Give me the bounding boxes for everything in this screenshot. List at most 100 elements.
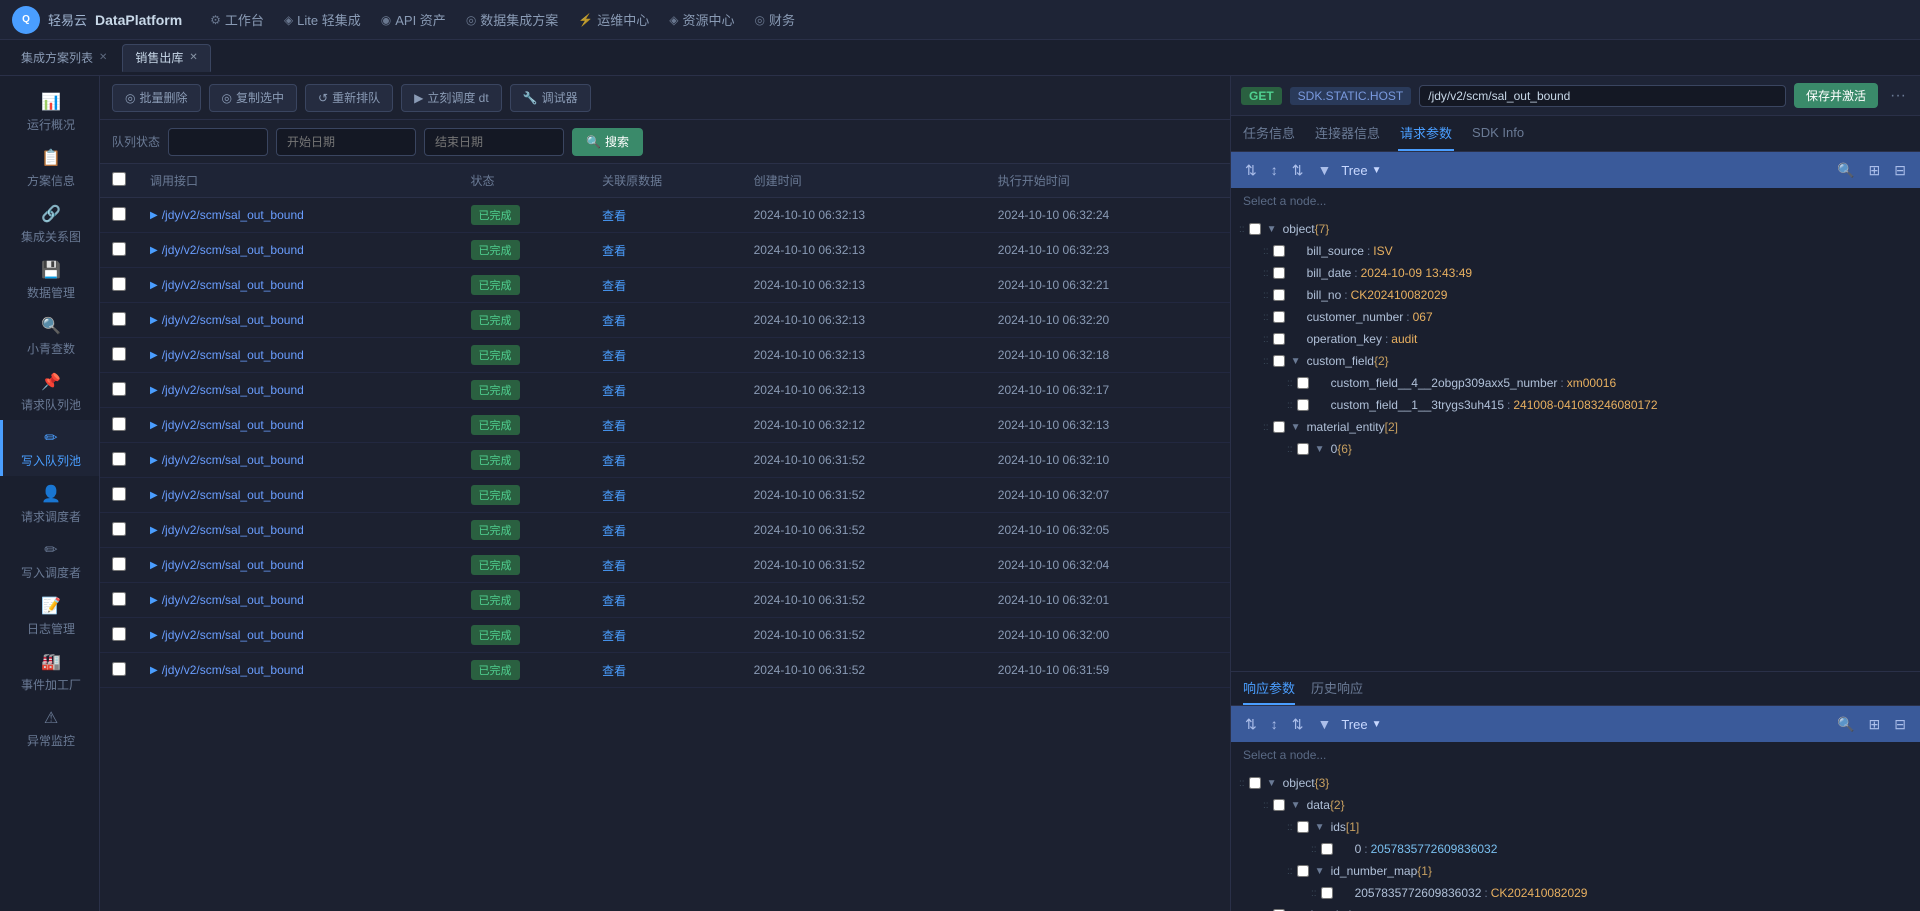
drag-handle-1[interactable]: ::: [1263, 800, 1269, 811]
batch-delete-button[interactable]: ◎ 批量删除: [112, 84, 201, 112]
tab-connector-info[interactable]: 连接器信息: [1313, 116, 1382, 151]
tree-node[interactable]: :: operation_key:audit: [1231, 328, 1920, 350]
view-link-4[interactable]: 查看: [602, 349, 626, 363]
tree-sort-icon[interactable]: ⇅: [1288, 160, 1308, 181]
expand-icon-2[interactable]: ▼: [1315, 822, 1329, 833]
api-path-6[interactable]: ▶ /jdy/v2/scm/sal_out_bound: [150, 418, 447, 432]
resp-tree-collapse-all-icon[interactable]: ⊟: [1890, 714, 1910, 735]
api-path-11[interactable]: ▶ /jdy/v2/scm/sal_out_bound: [150, 593, 447, 607]
view-link-10[interactable]: 查看: [602, 559, 626, 573]
row-checkbox-9[interactable]: [112, 522, 126, 536]
resp-tree-search-icon[interactable]: 🔍: [1833, 714, 1858, 735]
tree-node[interactable]: ::▼custom_field {2}: [1231, 350, 1920, 372]
tree-node-checkbox-5[interactable]: [1273, 333, 1285, 345]
select-all-checkbox[interactable]: [112, 172, 126, 186]
row-checkbox-6[interactable]: [112, 417, 126, 431]
drag-handle-3[interactable]: ::: [1311, 844, 1317, 855]
row-checkbox-2[interactable]: [112, 277, 126, 291]
api-path-8[interactable]: ▶ /jdy/v2/scm/sal_out_bound: [150, 488, 447, 502]
tree-node-checkbox-4[interactable]: [1273, 311, 1285, 323]
copy-selected-button[interactable]: ◎ 复制选中: [209, 84, 298, 112]
drag-handle-5[interactable]: ::: [1263, 334, 1269, 345]
sidebar-item-request-pool[interactable]: 📌 请求队列池: [0, 364, 99, 420]
expand-icon-9[interactable]: ▼: [1291, 422, 1305, 433]
drag-handle-3[interactable]: ::: [1263, 290, 1269, 301]
api-path-12[interactable]: ▶ /jdy/v2/scm/sal_out_bound: [150, 628, 447, 642]
view-link-5[interactable]: 查看: [602, 384, 626, 398]
tree-collapse-icon[interactable]: ⇅: [1241, 160, 1261, 181]
drag-handle-8[interactable]: ::: [1287, 400, 1293, 411]
url-input[interactable]: [1419, 85, 1786, 107]
tree-node[interactable]: ::▼id_number_map {1}: [1231, 860, 1920, 882]
api-path-0[interactable]: ▶ /jdy/v2/scm/sal_out_bound: [150, 208, 447, 222]
sidebar-item-plan-info[interactable]: 📋 方案信息: [0, 140, 99, 196]
sidebar-item-request-scheduler[interactable]: 👤 请求调度者: [0, 476, 99, 532]
tab-response-params[interactable]: 响应参数: [1243, 672, 1295, 705]
view-link-1[interactable]: 查看: [602, 244, 626, 258]
tab-close-sales[interactable]: ✕: [189, 52, 197, 63]
row-checkbox-0[interactable]: [112, 207, 126, 221]
tree-node-checkbox-1[interactable]: [1273, 245, 1285, 257]
api-path-4[interactable]: ▶ /jdy/v2/scm/sal_out_bound: [150, 348, 447, 362]
view-link-2[interactable]: 查看: [602, 279, 626, 293]
expand-icon-0[interactable]: ▼: [1267, 224, 1281, 235]
expand-icon-1[interactable]: ▼: [1291, 800, 1305, 811]
tab-sales-outbound[interactable]: 销售出库 ✕: [122, 44, 210, 72]
drag-handle-0[interactable]: ::: [1239, 778, 1245, 789]
drag-handle-4[interactable]: ::: [1263, 312, 1269, 323]
row-checkbox-5[interactable]: [112, 382, 126, 396]
tree-node[interactable]: :: 0:2057835772609836032: [1231, 838, 1920, 860]
tab-sdk-info[interactable]: SDK Info: [1470, 116, 1526, 151]
row-checkbox-12[interactable]: [112, 627, 126, 641]
tree-node[interactable]: :: bill_source:ISV: [1231, 240, 1920, 262]
tree-node-checkbox-0[interactable]: [1249, 223, 1261, 235]
view-link-8[interactable]: 查看: [602, 489, 626, 503]
end-date-input[interactable]: [424, 128, 564, 156]
row-checkbox-3[interactable]: [112, 312, 126, 326]
expand-icon-4[interactable]: ▼: [1315, 866, 1329, 877]
sidebar-item-event-factory[interactable]: 🏭 事件加工厂: [0, 644, 99, 700]
tab-request-params[interactable]: 请求参数: [1398, 116, 1454, 151]
drag-handle-4[interactable]: ::: [1287, 866, 1293, 877]
resp-tree-expand-all-icon[interactable]: ⊞: [1865, 714, 1885, 735]
re-queue-button[interactable]: ↺ 重新排队: [305, 84, 393, 112]
tree-expand-all-icon[interactable]: ⊞: [1865, 160, 1885, 181]
tree-node-checkbox-6[interactable]: [1273, 355, 1285, 367]
tree-search-icon[interactable]: 🔍: [1833, 160, 1858, 181]
view-link-13[interactable]: 查看: [602, 664, 626, 678]
debug-button[interactable]: 🔧 调试器: [510, 84, 591, 112]
nav-data-integration[interactable]: ◎数据集成方案: [466, 10, 559, 29]
expand-icon-0[interactable]: ▼: [1267, 778, 1281, 789]
tree-node[interactable]: :: description:success: [1231, 904, 1920, 911]
tree-node[interactable]: ::▼material_entity [2]: [1231, 416, 1920, 438]
tree-node-checkbox-5[interactable]: [1321, 887, 1333, 899]
nav-lite[interactable]: ◈Lite 轻集成: [284, 10, 361, 29]
expand-icon-6[interactable]: ▼: [1291, 356, 1305, 367]
tree-node[interactable]: :: 2057835772609836032:CK202410082029: [1231, 882, 1920, 904]
resp-tree-sort-icon[interactable]: ⇅: [1288, 714, 1308, 735]
search-button[interactable]: 🔍 搜索: [572, 128, 643, 156]
sidebar-item-log-mgmt[interactable]: 📝 日志管理: [0, 588, 99, 644]
api-path-10[interactable]: ▶ /jdy/v2/scm/sal_out_bound: [150, 558, 447, 572]
tree-node[interactable]: ::▼ids [1]: [1231, 816, 1920, 838]
tree-node-checkbox-9[interactable]: [1273, 421, 1285, 433]
drag-handle-9[interactable]: ::: [1263, 422, 1269, 433]
drag-handle-10[interactable]: ::: [1287, 444, 1293, 455]
tree-node[interactable]: :: custom_field__1__3trygs3uh415:241008-…: [1231, 394, 1920, 416]
row-checkbox-10[interactable]: [112, 557, 126, 571]
view-link-6[interactable]: 查看: [602, 419, 626, 433]
tree-node-checkbox-1[interactable]: [1273, 799, 1285, 811]
tree-expand-icon[interactable]: ↕: [1267, 160, 1282, 180]
tree-filter-icon[interactable]: ▼: [1313, 160, 1335, 180]
row-checkbox-8[interactable]: [112, 487, 126, 501]
sidebar-item-data-mgmt[interactable]: 💾 数据管理: [0, 252, 99, 308]
save-activate-button[interactable]: 保存并激活: [1794, 83, 1878, 108]
view-link-11[interactable]: 查看: [602, 594, 626, 608]
api-path-3[interactable]: ▶ /jdy/v2/scm/sal_out_bound: [150, 313, 447, 327]
sidebar-item-relation-map[interactable]: 🔗 集成关系图: [0, 196, 99, 252]
tree-node[interactable]: :: customer_number:067: [1231, 306, 1920, 328]
sidebar-item-query[interactable]: 🔍 小青查数: [0, 308, 99, 364]
sidebar-item-overview[interactable]: 📊 运行概况: [0, 84, 99, 140]
tab-solution-list[interactable]: 集成方案列表 ✕: [8, 44, 120, 72]
row-checkbox-7[interactable]: [112, 452, 126, 466]
